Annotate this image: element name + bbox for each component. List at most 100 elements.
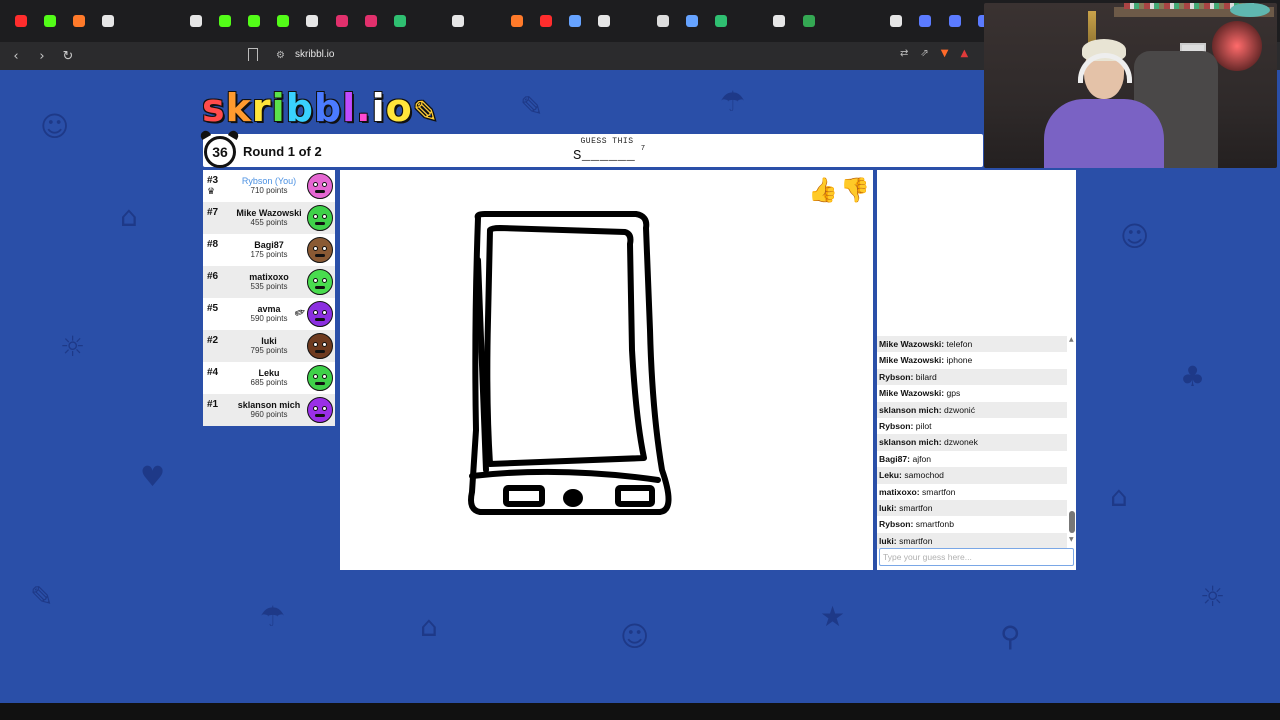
share-icon[interactable]: ⇗ — [920, 48, 928, 59]
chat-text: dzwonek — [943, 437, 978, 448]
player-row[interactable]: #5 avma 590 points ✏ — [203, 298, 335, 330]
browser-tab[interactable] — [6, 7, 35, 35]
steam-icon — [685, 15, 698, 27]
browser-tab[interactable] — [531, 7, 560, 35]
browser-tab[interactable] — [677, 7, 706, 35]
browser-tab[interactable] — [590, 7, 619, 35]
drawing-canvas[interactable]: 👍 👎 — [340, 170, 873, 570]
kick-icon — [218, 15, 231, 27]
reload-icon[interactable]: ↻ — [58, 49, 78, 64]
round-indicator: Round 1 of 2 — [243, 144, 322, 159]
tiktok-icon — [189, 15, 202, 27]
browser-tab[interactable] — [269, 7, 298, 35]
player-row[interactable]: #2 luki 795 points — [203, 330, 335, 362]
browser-tab[interactable] — [210, 7, 239, 35]
player-name: Leku — [258, 368, 280, 378]
chat-username: Mike Wazowski: — [879, 339, 945, 349]
streamer-body — [1044, 99, 1164, 168]
browser-tab[interactable] — [243, 7, 852, 156]
browser-tab[interactable] — [648, 7, 677, 35]
player-points: 685 points — [250, 378, 288, 387]
scroll-up-icon[interactable]: ▲ — [1069, 336, 1074, 343]
translate-icon[interactable]: ⇄ — [900, 48, 908, 59]
chat-scrollbar[interactable]: ▲ ▼ — [1068, 336, 1076, 546]
browser-tab[interactable] — [911, 7, 940, 35]
lamp — [1212, 21, 1262, 71]
avatar-mouth — [315, 190, 325, 193]
browser-tab[interactable] — [561, 7, 590, 35]
scroll-thumb[interactable] — [1069, 511, 1075, 533]
timer-clock-icon: 36 — [204, 136, 236, 168]
chat-text: iphone — [946, 355, 973, 366]
thumbs-down-icon[interactable]: 👎 — [840, 176, 870, 204]
brave-shield-icon[interactable]: ▼ — [941, 48, 949, 59]
chat-message: Rybson: smartfonb — [877, 516, 1067, 532]
browser-tab[interactable] — [765, 7, 794, 35]
chat-text: gps — [946, 388, 961, 399]
home-icon — [72, 15, 85, 27]
player-name: Rybson (You) — [241, 176, 297, 186]
browser-tab[interactable] — [243, 7, 444, 156]
browser-tab[interactable] — [243, 7, 881, 156]
browser-tab[interactable] — [94, 7, 123, 35]
player-points: 175 points — [250, 250, 288, 259]
player-row[interactable]: #8 Bagi87 175 points — [203, 234, 335, 266]
browser-tab[interactable] — [356, 7, 385, 35]
browser-tab[interactable] — [240, 7, 269, 35]
background-doodle-icon: ☺ — [40, 110, 70, 143]
chat-username: sklanson mich: — [879, 437, 942, 448]
chat-message: Mike Wazowski: gps — [877, 385, 1067, 401]
player-name: Mike Wazowski — [236, 208, 302, 218]
bookmark-icon[interactable] — [248, 48, 258, 61]
browser-tab[interactable] — [707, 7, 736, 35]
back-icon[interactable]: ‹ — [6, 49, 26, 64]
player-row[interactable]: #7 Mike Wazowski 455 points — [203, 202, 335, 234]
browser-tab[interactable] — [64, 7, 93, 35]
avatar-mouth — [315, 350, 325, 353]
browser-tab[interactable] — [243, 7, 765, 156]
player-row[interactable]: #6 matixoxo 535 points — [203, 266, 335, 298]
browser-tab[interactable] — [502, 7, 531, 35]
guess-input[interactable] — [879, 548, 1074, 566]
browser-tab[interactable] — [243, 7, 648, 156]
background-doodle-icon: ⌂ — [420, 610, 438, 643]
sheets-icon — [715, 15, 728, 27]
player-row[interactable]: #3 Rybson (You) 710 points ♛ — [203, 170, 335, 202]
rewards-icon[interactable]: ▲ — [960, 48, 968, 59]
youtube-icon — [539, 15, 552, 27]
site-info-icon[interactable]: ⚙ — [276, 50, 285, 61]
browser-tab[interactable] — [940, 7, 969, 35]
forward-icon[interactable]: › — [32, 49, 52, 64]
browser-tab[interactable] — [444, 7, 473, 35]
background-doodle-icon: ★ — [820, 600, 846, 633]
drawing-phone — [468, 211, 672, 515]
kick-icon — [277, 15, 290, 27]
browser-tab[interactable] — [181, 7, 210, 35]
x-icon — [773, 15, 786, 27]
browser-tab[interactable] — [298, 7, 327, 35]
player-rank: #4 — [207, 367, 219, 378]
home-icon — [510, 15, 523, 27]
browser-tab[interactable] — [243, 7, 502, 156]
player-name: Bagi87 — [254, 240, 284, 250]
browser-tab[interactable] — [882, 7, 911, 35]
url-text[interactable]: skribbl.io — [295, 49, 334, 60]
browser-tab[interactable] — [794, 7, 823, 35]
chat-username: luki: — [879, 502, 897, 513]
instagram-icon — [335, 15, 348, 27]
background-doodle-icon: ☂ — [720, 85, 746, 118]
scroll-down-icon[interactable]: ▼ — [1069, 536, 1074, 543]
thumbs-up-icon[interactable]: 👍 — [808, 176, 838, 204]
browser-tab[interactable] — [123, 7, 255, 156]
browser-tab[interactable] — [385, 7, 414, 35]
browser-tab[interactable] — [35, 7, 64, 35]
player-rank: #7 — [207, 207, 219, 218]
player-row[interactable]: #1 sklanson mich 960 points — [203, 394, 335, 426]
phone-button-left — [503, 485, 545, 507]
player-rank: #2 — [207, 335, 219, 346]
player-row[interactable]: #4 Leku 685 points — [203, 362, 335, 394]
background-doodle-icon: ⚲ — [1000, 620, 1021, 653]
browser-tab[interactable] — [152, 7, 255, 156]
chat-text: pilot — [915, 420, 932, 431]
browser-tab[interactable] — [327, 7, 356, 35]
